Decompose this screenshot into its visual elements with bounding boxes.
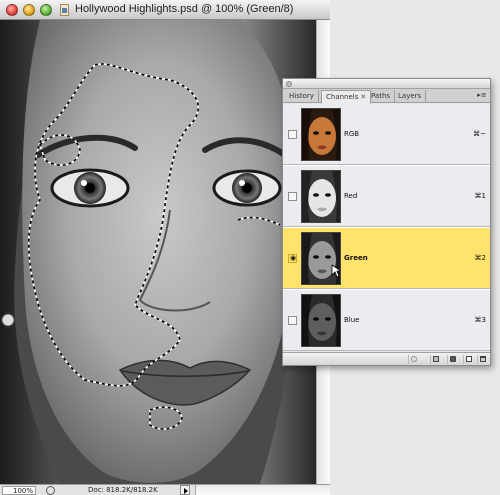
channel-row-rgb[interactable]: RGB ⌘~ <box>283 104 490 165</box>
panel-header[interactable] <box>283 79 490 89</box>
channel-list: RGB ⌘~ Red ⌘1 ◉ Green ⌘2 Blue ⌘3 <box>283 104 490 351</box>
spot-channel-icon <box>450 356 456 362</box>
spot-channel-button[interactable] <box>447 355 457 364</box>
status-menu-arrow-icon[interactable] <box>180 485 190 495</box>
panel-tab-bar: History Channels ✕ Paths Layers ▸≡ <box>283 89 490 104</box>
panel-menu-icon[interactable]: ▸≡ <box>477 91 487 100</box>
visibility-toggle[interactable]: ◉ <box>288 254 297 263</box>
tab-history[interactable]: History <box>285 90 319 103</box>
visibility-toggle[interactable] <box>288 130 297 139</box>
channel-shortcut: ⌘~ <box>473 130 486 138</box>
document-size-readout: Doc: 818.2K/818.2K <box>88 486 158 494</box>
channel-name: Green <box>344 254 368 262</box>
zoom-window-icon[interactable] <box>40 4 52 16</box>
delete-channel-button[interactable] <box>477 355 487 364</box>
photoshop-workspace: Hollywood Highlights.psd @ 100% (Green/8… <box>0 0 500 495</box>
minimize-window-icon[interactable] <box>23 4 35 16</box>
eye-icon: ◉ <box>289 254 297 262</box>
document-title: Hollywood Highlights.psd @ 100% (Green/8… <box>75 3 294 15</box>
tab-layers[interactable]: Layers <box>394 90 427 103</box>
channel-row-green[interactable]: ◉ Green ⌘2 <box>283 228 490 289</box>
visibility-toggle[interactable] <box>288 192 297 201</box>
channel-shortcut: ⌘3 <box>474 316 486 324</box>
channel-row-red[interactable]: Red ⌘1 <box>283 166 490 227</box>
tab-paths[interactable]: Paths <box>367 90 396 103</box>
tab-history-label: History <box>289 92 314 100</box>
new-channel-icon <box>466 356 472 362</box>
status-info-icon[interactable] <box>46 486 55 495</box>
close-window-icon[interactable] <box>6 4 18 16</box>
new-channel-button[interactable] <box>463 355 473 364</box>
channel-thumbnail-rgb <box>301 108 341 161</box>
tab-channels-label: Channels <box>326 93 359 101</box>
channels-panel: History Channels ✕ Paths Layers ▸≡ RGB ⌘~ <box>282 78 491 366</box>
horizontal-scrollbar[interactable] <box>195 485 330 495</box>
channel-thumbnail-red <box>301 170 341 223</box>
visibility-toggle[interactable] <box>288 316 297 325</box>
tab-close-icon[interactable]: ✕ <box>360 93 366 101</box>
save-selection-icon <box>433 356 439 362</box>
tab-paths-label: Paths <box>371 92 391 100</box>
load-selection-icon <box>411 356 417 362</box>
tab-channels[interactable]: Channels ✕ <box>321 90 372 104</box>
save-selection-button[interactable] <box>430 355 440 364</box>
image-canvas[interactable] <box>0 20 316 484</box>
document-titlebar[interactable]: Hollywood Highlights.psd @ 100% (Green/8… <box>0 0 330 20</box>
delete-channel-icon <box>480 356 486 362</box>
channel-name: RGB <box>344 130 360 138</box>
panel-footer <box>283 352 490 365</box>
channel-thumbnail-green <box>301 232 341 285</box>
status-bar: 100% Doc: 818.2K/818.2K <box>0 484 330 495</box>
channel-thumbnail-blue <box>301 294 341 347</box>
portrait-photo <box>0 20 316 484</box>
channel-shortcut: ⌘2 <box>474 254 486 262</box>
document-window: Hollywood Highlights.psd @ 100% (Green/8… <box>0 0 330 495</box>
panel-close-icon[interactable] <box>286 81 292 87</box>
load-selection-button[interactable] <box>408 355 418 364</box>
channel-row-blue[interactable]: Blue ⌘3 <box>283 290 490 351</box>
channel-name: Blue <box>344 316 360 324</box>
tab-layers-label: Layers <box>398 92 422 100</box>
channel-shortcut: ⌘1 <box>474 192 486 200</box>
channel-name: Red <box>344 192 358 200</box>
zoom-level-field[interactable]: 100% <box>2 486 36 495</box>
psd-file-icon <box>60 4 69 16</box>
